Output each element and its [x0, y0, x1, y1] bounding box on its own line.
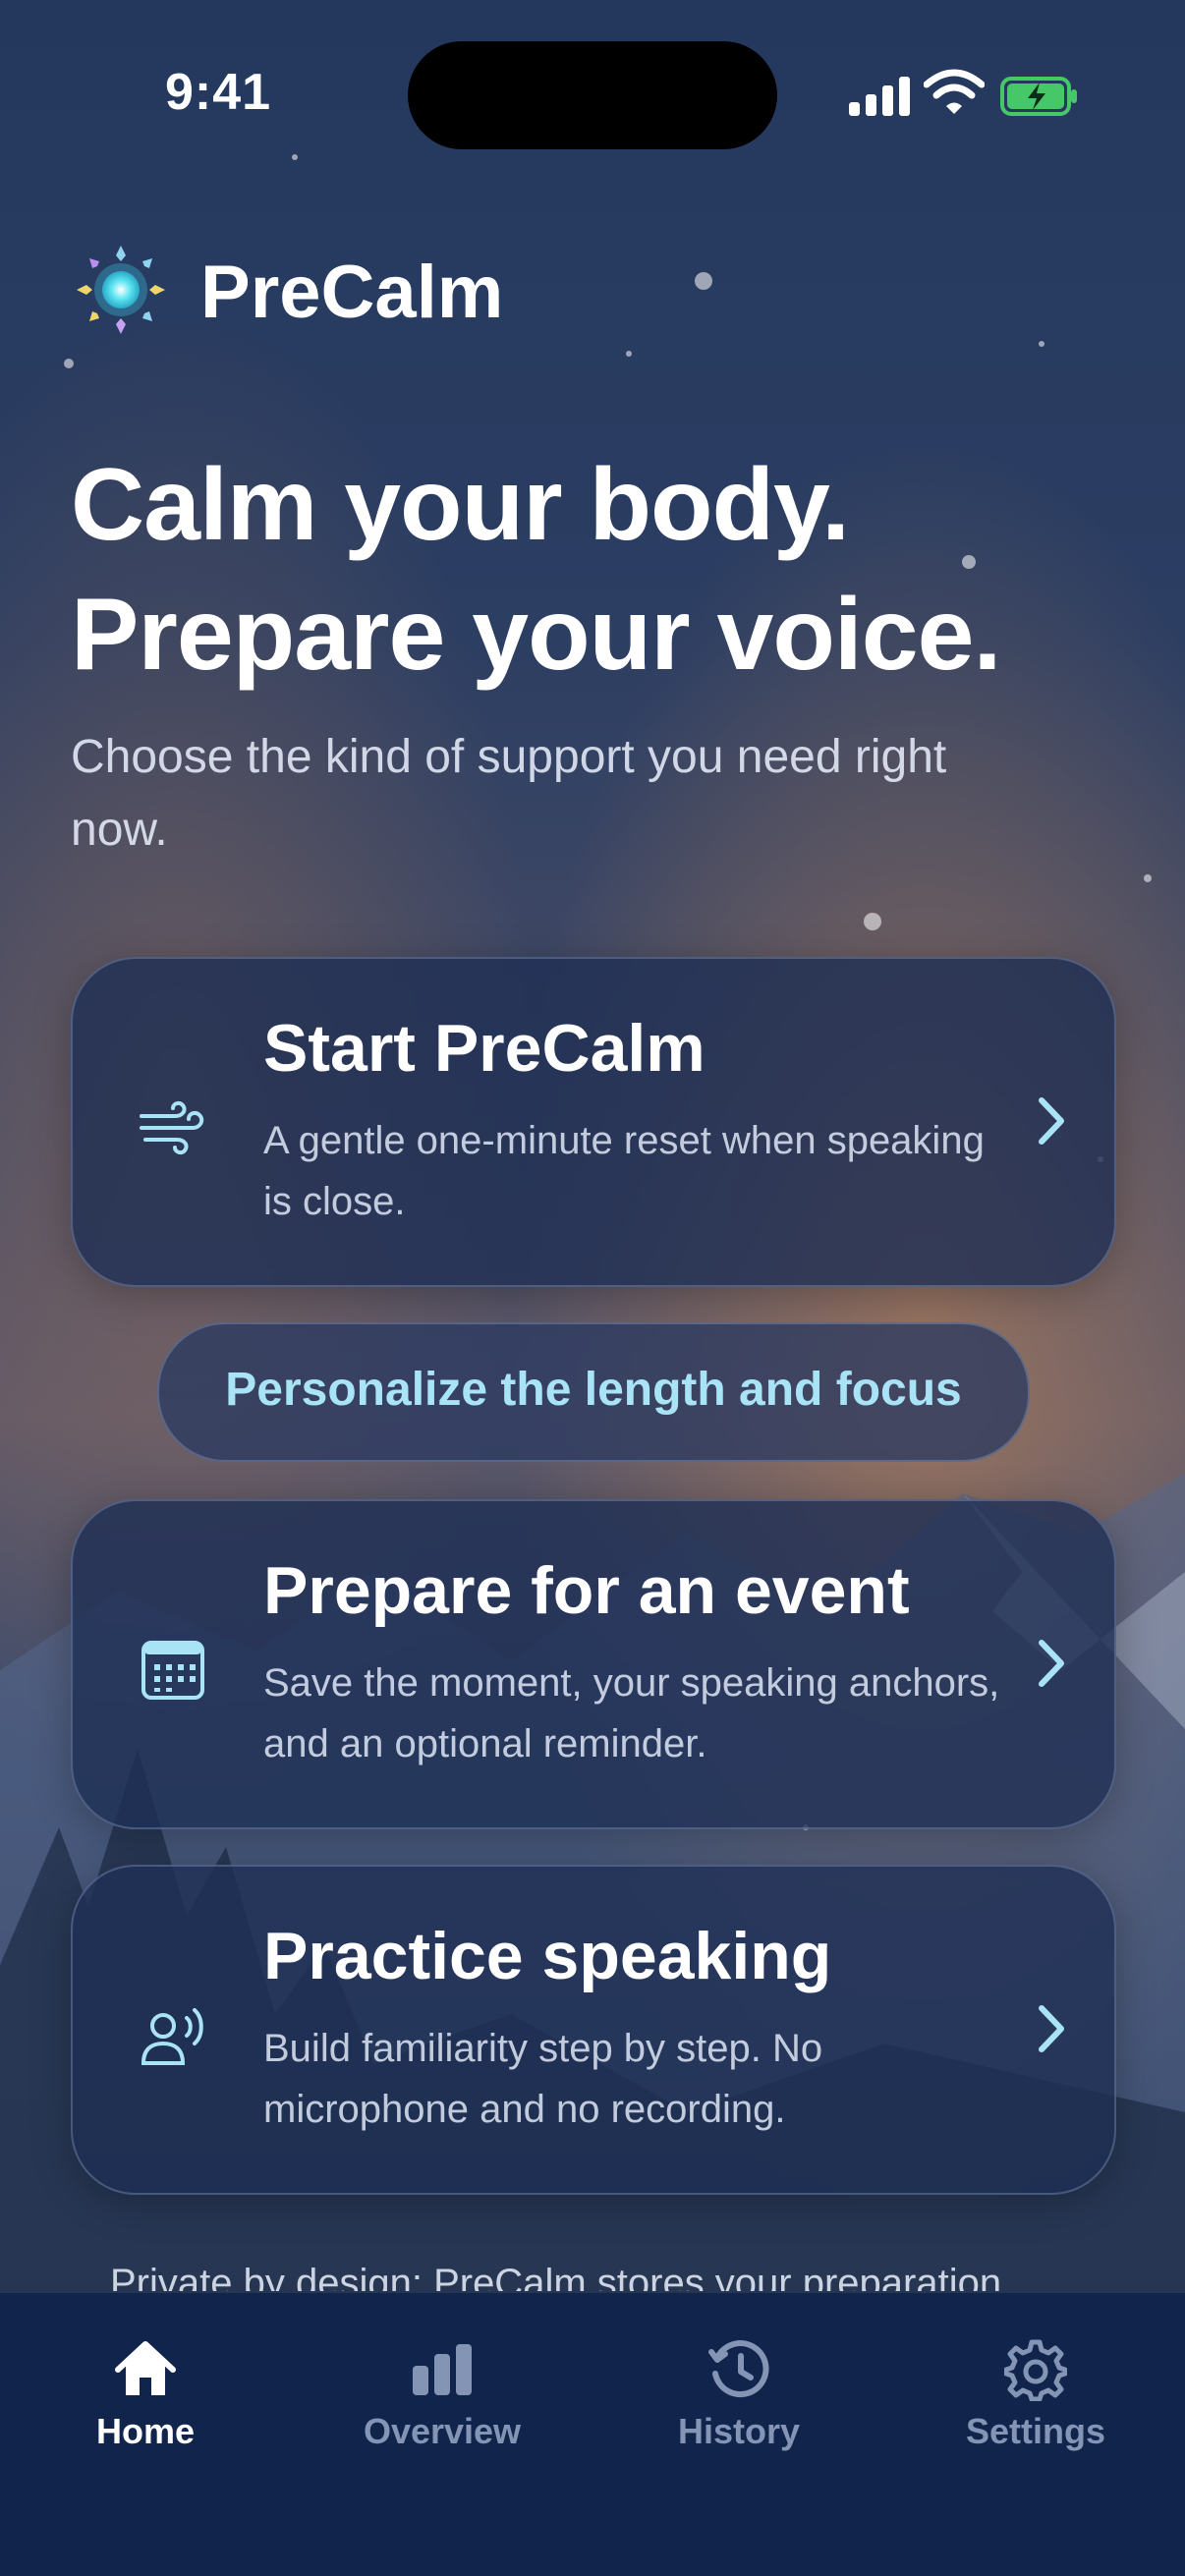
prepare-event-card[interactable]: Prepare for an event Save the moment, yo… — [71, 1499, 1116, 1829]
privacy-note: Private by design: PreCalm stores your p… — [110, 2262, 1002, 2291]
gear-icon — [1004, 2339, 1067, 2401]
status-time: 9:41 — [165, 64, 272, 121]
cellular-signal-icon — [849, 75, 910, 116]
chevron-right-icon — [1039, 1640, 1064, 1687]
calendar-icon — [141, 1641, 204, 1700]
practice-speaking-card[interactable]: Practice speaking Build familiarity step… — [71, 1865, 1116, 2195]
wind-icon — [140, 1100, 204, 1155]
headline-line-1: Calm your body. — [71, 448, 850, 562]
home-icon — [115, 2341, 176, 2395]
card-description: Build familiarity step by step. No micro… — [263, 2027, 823, 2131]
speaking-person-icon — [141, 2008, 203, 2065]
tab-bar: Home Overview History Settings — [0, 2293, 1185, 2576]
wifi-icon — [924, 69, 985, 114]
app-name: PreCalm — [200, 251, 504, 334]
card-description: A gentle one-minute reset when speaking … — [263, 1119, 985, 1223]
precalm-logo-icon — [77, 246, 165, 334]
status-bar: 9:41 — [0, 0, 1185, 196]
card-description: Save the moment, your speaking anchors, … — [263, 1661, 1000, 1765]
tab-overview[interactable]: Overview — [324, 2338, 560, 2466]
card-title: Start PreCalm — [263, 1011, 705, 1086]
card-title: Practice speaking — [263, 1919, 832, 1993]
card-title: Prepare for an event — [263, 1553, 910, 1628]
tab-label: Overview — [363, 2411, 522, 2451]
history-icon — [708, 2340, 769, 2397]
personalize-button[interactable]: Personalize the length and focus — [157, 1322, 1030, 1462]
page-subtext: Choose the kind of support you need righ… — [71, 731, 947, 856]
start-precalm-card[interactable]: Start PreCalm A gentle one-minute reset … — [71, 957, 1116, 1287]
chevron-right-icon — [1039, 1097, 1064, 1145]
chevron-right-icon — [1039, 2005, 1064, 2052]
tab-history[interactable]: History — [621, 2338, 857, 2466]
dynamic-island — [408, 41, 777, 149]
tab-label: History — [677, 2411, 801, 2451]
page-headline: Calm your body. Prepare your voice. — [71, 440, 1152, 700]
tab-settings[interactable]: Settings — [918, 2338, 1154, 2466]
tab-label: Settings — [965, 2411, 1105, 2451]
bar-chart-icon — [413, 2344, 472, 2395]
tab-label: Home — [95, 2411, 196, 2451]
headline-line-2: Prepare your voice. — [71, 578, 1001, 692]
battery-charging-icon — [1000, 77, 1077, 116]
tab-home[interactable]: Home — [28, 2338, 263, 2466]
